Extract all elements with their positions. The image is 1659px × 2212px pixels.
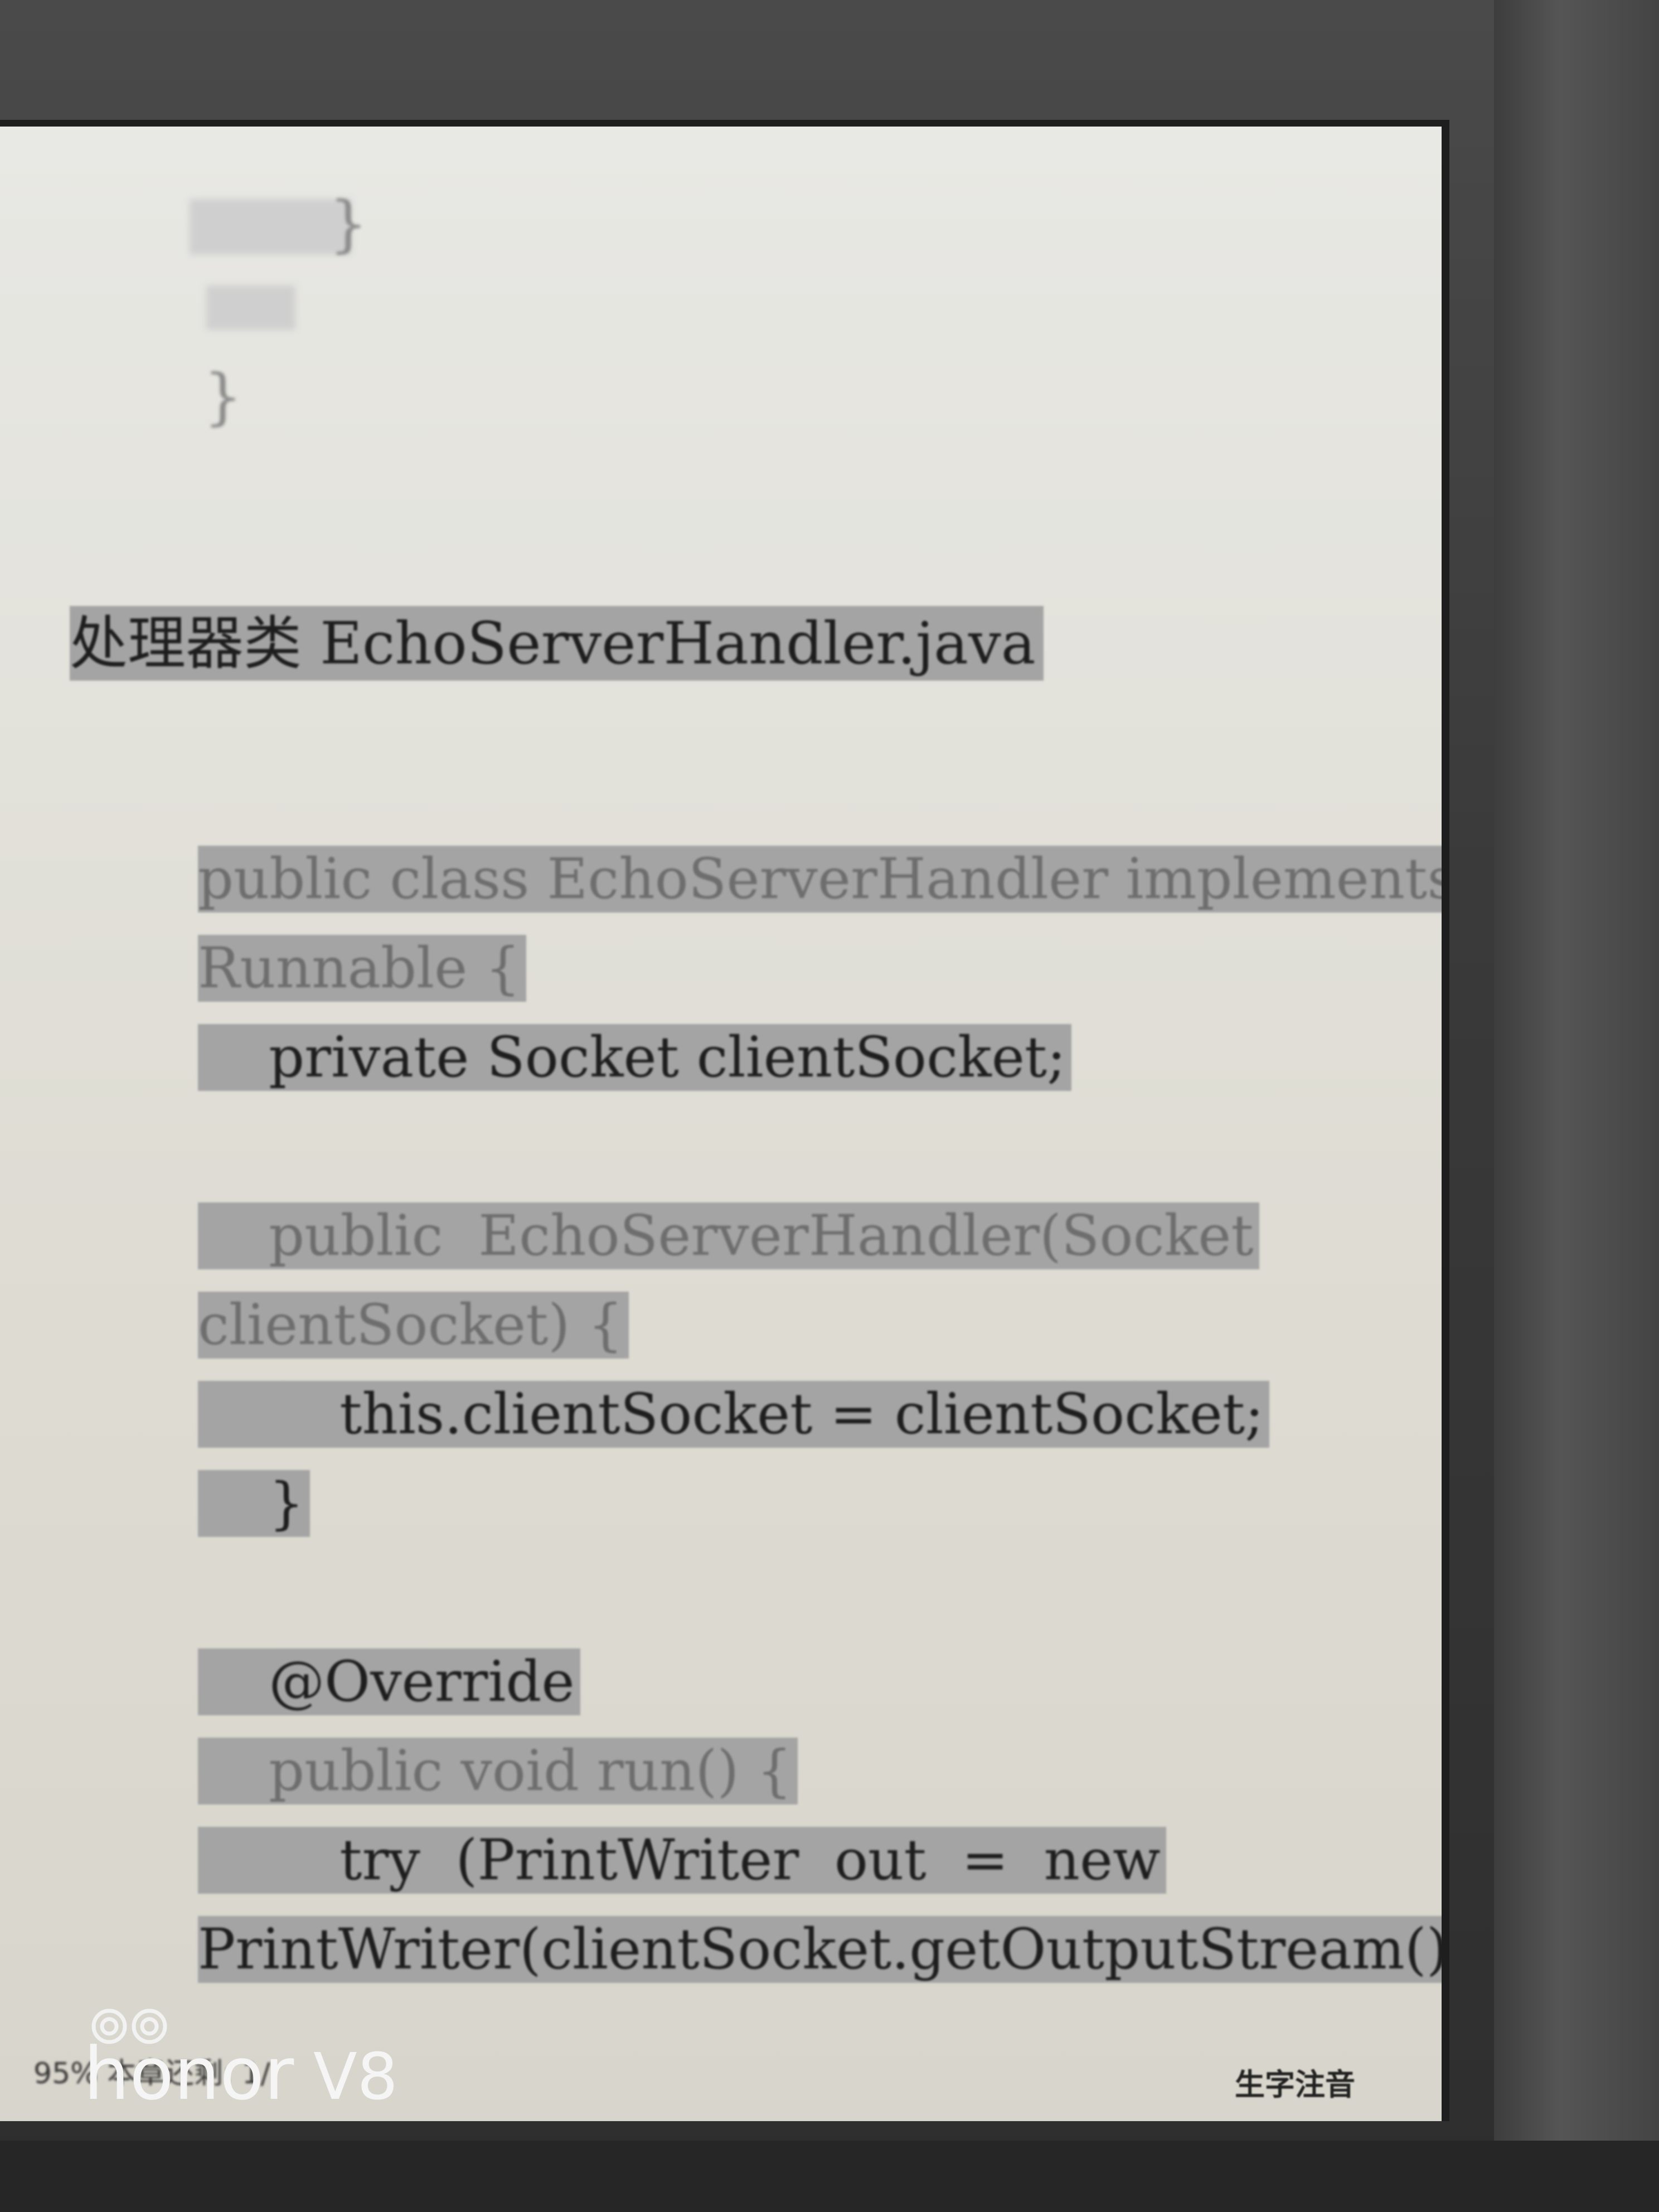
pinyin-annotation-button[interactable]: 生字注音 (1235, 2060, 1355, 2104)
faded-brace-2: } (203, 361, 242, 432)
section-heading: 处理器类 EchoServerHandler.java (70, 606, 1044, 681)
faded-highlight-1 (190, 199, 351, 255)
watermark-model: V8 (313, 2040, 398, 2114)
code-line: private Socket clientSocket; (198, 1024, 1071, 1091)
code-line: @Override (198, 1648, 580, 1715)
faded-highlight-2 (206, 285, 295, 330)
watermark-brand: honor (84, 2031, 294, 2116)
device-bezel-right (1494, 0, 1659, 2212)
honor-v8-watermark: honor V8 (84, 2009, 398, 2116)
device-bezel-bottom (0, 2141, 1659, 2212)
code-line: try (PrintWriter out = new (198, 1827, 1166, 1894)
code-line: this.clientSocket = clientSocket; (198, 1381, 1269, 1448)
code-line: Runnable { (198, 935, 526, 1002)
code-line: public EchoServerHandler(Socket (198, 1202, 1259, 1269)
code-line: clientSocket) { (198, 1292, 629, 1359)
code-line: PrintWriter(clientSocket.getOutputStream… (198, 1916, 1442, 1983)
code-line: public void run() { (198, 1738, 798, 1804)
code-line: public class EchoServerHandler implement… (198, 846, 1442, 913)
code-line: } (198, 1470, 310, 1537)
ereader-screen: } } 处理器类 EchoServerHandler.java public c… (0, 120, 1449, 2121)
faded-brace-1: } (329, 188, 368, 259)
